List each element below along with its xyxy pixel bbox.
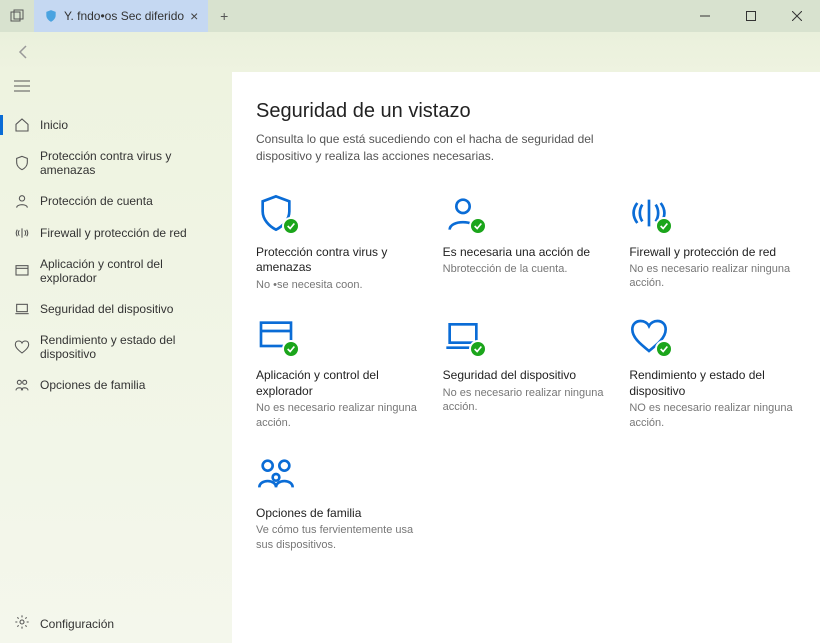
- card-account-protection[interactable]: Es necesaria una acción de Nbrotección d…: [443, 193, 610, 292]
- card-desc: Nbrotección de la cuenta.: [443, 262, 610, 276]
- person-icon: [14, 193, 30, 209]
- titlebar: Y. fndo•os Sec diferido × +: [0, 0, 820, 32]
- card-title: Firewall y protección de red: [629, 245, 796, 261]
- sidebar-item-family[interactable]: Opciones de familia: [0, 369, 232, 401]
- card-title: Protección contra virus y amenazas: [256, 245, 423, 276]
- card-title: Rendimiento y estado del dispositivo: [629, 368, 796, 399]
- status-ok-badge: [655, 340, 673, 358]
- tabs-overview-icon[interactable]: [0, 0, 34, 32]
- card-title: Aplicación y control del explorador: [256, 368, 423, 399]
- gear-icon: [14, 614, 30, 633]
- sidebar: Inicio Protección contra virus y amenaza…: [0, 72, 232, 643]
- sidebar-item-app-browser[interactable]: Aplicación y control del explorador: [0, 249, 232, 293]
- hamburger-menu[interactable]: [0, 76, 232, 109]
- card-firewall[interactable]: Firewall y protección de red No es neces…: [629, 193, 796, 292]
- card-desc: No es necesario realizar ninguna acción.: [629, 262, 796, 291]
- network-icon: [14, 225, 30, 241]
- family-icon: [14, 377, 30, 393]
- card-title: Seguridad del dispositivo: [443, 368, 610, 384]
- back-button[interactable]: [12, 40, 36, 64]
- card-desc: No es necesario realizar ninguna acción.: [256, 401, 423, 430]
- laptop-icon: [14, 301, 30, 317]
- sidebar-item-device-security[interactable]: Seguridad del dispositivo: [0, 293, 232, 325]
- sidebar-item-label: Protección contra virus y amenazas: [40, 149, 218, 177]
- card-desc: NO es necesario realizar ninguna acción.: [629, 401, 796, 430]
- page-subtitle: Consulta lo que está sucediendo con el h…: [256, 131, 596, 165]
- close-window-button[interactable]: [774, 0, 820, 32]
- sidebar-item-performance[interactable]: Rendimiento y estado del dispositivo: [0, 325, 232, 369]
- browser-tab[interactable]: Y. fndo•os Sec diferido ×: [34, 0, 208, 32]
- card-title: Opciones de familia: [256, 506, 423, 522]
- sidebar-item-label: Firewall y protección de red: [40, 226, 187, 240]
- card-desc: Ve cómo tus fervientemente usa sus dispo…: [256, 523, 423, 552]
- card-device-security[interactable]: Seguridad del dispositivo No es necesari…: [443, 316, 610, 430]
- page-title: Seguridad de un vistazo: [256, 100, 796, 123]
- status-ok-badge: [282, 217, 300, 235]
- sidebar-item-firewall[interactable]: Firewall y protección de red: [0, 217, 232, 249]
- status-ok-badge: [655, 217, 673, 235]
- sidebar-item-label: Aplicación y control del explorador: [40, 257, 218, 285]
- sidebar-item-label: Inicio: [40, 118, 68, 132]
- sidebar-item-account[interactable]: Protección de cuenta: [0, 185, 232, 217]
- main-content: Seguridad de un vistazo Consulta lo que …: [232, 72, 820, 643]
- family-icon: [256, 454, 296, 494]
- sidebar-item-virus[interactable]: Protección contra virus y amenazas: [0, 141, 232, 185]
- close-tab-icon[interactable]: ×: [190, 8, 198, 24]
- sidebar-item-label: Protección de cuenta: [40, 194, 153, 208]
- status-ok-badge: [469, 217, 487, 235]
- card-desc: No es necesario realizar ninguna acción.: [443, 386, 610, 415]
- window-icon: [14, 263, 30, 279]
- home-icon: [14, 117, 30, 133]
- status-ok-badge: [469, 340, 487, 358]
- card-performance[interactable]: Rendimiento y estado del dispositivo NO …: [629, 316, 796, 430]
- minimize-button[interactable]: [682, 0, 728, 32]
- status-ok-badge: [282, 340, 300, 358]
- maximize-button[interactable]: [728, 0, 774, 32]
- card-family[interactable]: Opciones de familia Ve cómo tus fervient…: [256, 454, 423, 552]
- card-title: Es necesaria una acción de: [443, 245, 610, 261]
- sidebar-settings[interactable]: Configuración: [0, 604, 232, 643]
- sidebar-item-label: Seguridad del dispositivo: [40, 302, 173, 316]
- tab-title: Y. fndo•os Sec diferido: [64, 9, 184, 23]
- sidebar-item-label: Opciones de familia: [40, 378, 145, 392]
- card-app-browser[interactable]: Aplicación y control del explorador No e…: [256, 316, 423, 430]
- heart-icon: [14, 339, 30, 355]
- card-virus-protection[interactable]: Protección contra virus y amenazas No •s…: [256, 193, 423, 292]
- settings-label: Configuración: [40, 617, 114, 631]
- sidebar-item-home[interactable]: Inicio: [0, 109, 232, 141]
- new-tab-button[interactable]: +: [208, 8, 240, 24]
- shield-icon: [44, 9, 58, 23]
- sidebar-item-label: Rendimiento y estado del dispositivo: [40, 333, 218, 361]
- shield-icon: [14, 155, 30, 171]
- card-desc: No •se necesita coon.: [256, 278, 423, 292]
